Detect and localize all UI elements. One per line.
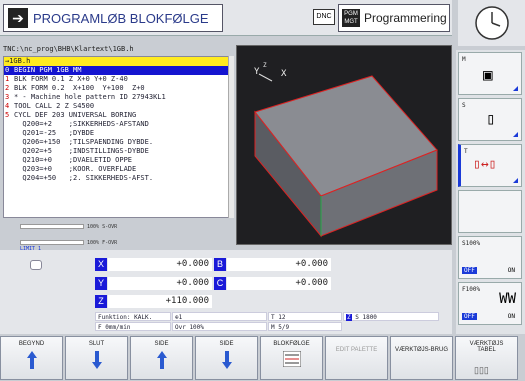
- machine-mode-label: PROGRAMLØB BLOKFØLGE: [33, 10, 209, 26]
- override-value: Ovr 100%: [172, 322, 267, 331]
- axis-label-b: B: [214, 258, 226, 271]
- program-line[interactable]: 5 CYCL DEF 203 UNIVERSAL BORING: [4, 111, 230, 120]
- axis-label-y: Y: [95, 277, 107, 290]
- side-key-m[interactable]: M ▣: [458, 52, 522, 95]
- tool-number: ⊕1: [172, 312, 267, 321]
- softkey-tool-usage[interactable]: VÆRKTØJS-BRUG: [390, 336, 453, 380]
- spindle-override[interactable]: S100% OFF ON: [458, 236, 522, 279]
- status-display: X +0.000 B +0.000 Y +0.000 C +0.000 Z +1…: [0, 250, 452, 334]
- side-key-t[interactable]: T ▯↔▯: [458, 144, 522, 187]
- program-line[interactable]: 4 TOOL CALL 2 Z S4500: [4, 102, 230, 111]
- spindle-icon: ▯: [486, 109, 496, 128]
- s-override: 100% S-OVR: [20, 224, 130, 231]
- programming-mode-label: Programmering: [364, 11, 447, 25]
- softkey-page-up[interactable]: SIDE: [130, 336, 193, 380]
- pgm-mgt-icon: PGM MGT: [342, 9, 360, 27]
- tool-t: T 12: [268, 312, 342, 321]
- tool-table-icon: ▯▯▯: [474, 365, 489, 375]
- scrollbar[interactable]: [228, 56, 234, 218]
- status-refresh-icon[interactable]: [30, 260, 42, 270]
- softkey-edit-palette[interactable]: EDIT PALETTE: [325, 336, 388, 380]
- m-function: M 5/9: [268, 322, 342, 331]
- feed-override[interactable]: F100% WW OFF ON: [458, 282, 522, 325]
- side-key-empty[interactable]: [458, 190, 522, 233]
- program-line[interactable]: Q200=+2 ;SIKKERHEDS-AFSTAND: [4, 120, 230, 129]
- feed-rate: F 0mm/min: [95, 322, 171, 331]
- softkey-page-down[interactable]: SIDE: [195, 336, 258, 380]
- side-key-s[interactable]: S ▯: [458, 98, 522, 141]
- program-line[interactable]: 0 BEGIN PGM 1GB MM: [4, 66, 230, 75]
- dnc-icon: DNC: [313, 9, 335, 25]
- axis-value-z: +110.000: [108, 295, 212, 308]
- feed-icon: WW: [499, 291, 516, 307]
- softkey-end[interactable]: SLUT: [65, 336, 128, 380]
- axis-y-label: Y: [254, 67, 260, 77]
- axis-value-x: +0.000: [108, 258, 212, 271]
- axis-arrow: [258, 73, 273, 82]
- axis-value-y: +0.000: [108, 277, 212, 290]
- program-line[interactable]: 2 BLK FORM 0.2 X+100 Y+100 Z+0: [4, 84, 230, 93]
- axis-z-label: Z: [263, 62, 267, 69]
- program-line[interactable]: Q206=+150 ;TILSPAENDING DYBDE.: [4, 138, 230, 147]
- program-line[interactable]: 3 * - Machine hole pattern ID 27943KL1: [4, 93, 230, 102]
- vertical-softkey-bar: M ▣ S ▯ T ▯↔▯ S100% OFF ON F100% WW OFF ON: [456, 50, 525, 334]
- machine-icon: ▣: [483, 65, 493, 84]
- program-line[interactable]: 1 BLK FORM 0.1 Z X+0 Y+0 Z-40: [4, 75, 230, 84]
- clock-icon: [458, 0, 525, 46]
- tool-change-icon: ▯↔▯: [473, 157, 497, 172]
- axis-label-x: X: [95, 258, 107, 271]
- softkey-tool-table[interactable]: VÆRKTØJS TABEL ▯▯▯: [455, 336, 518, 380]
- file-tab: →1GB.h: [4, 57, 230, 66]
- function-label: Funktion: KALK.: [95, 312, 171, 321]
- machine-mode[interactable]: ➔ PROGRAMLØB BLOKFØLGE: [3, 4, 223, 32]
- axis-label-c: C: [214, 277, 226, 290]
- f-override: 100% F-OVR LIMIT 1: [20, 240, 118, 252]
- program-line[interactable]: Q203=+0 ;KOOR. OVERFLADE: [4, 165, 230, 174]
- program-path: TNC:\nc_prog\BHB\Klartext\1GB.h: [3, 45, 134, 53]
- program-line[interactable]: Q210=+0 ;DVAELETID OPPE: [4, 156, 230, 165]
- axis-value-b: +0.000: [227, 258, 331, 271]
- program-line[interactable]: Q201=-25 ;DYBDE: [4, 129, 230, 138]
- run-mode-icon: ➔: [8, 8, 28, 28]
- spindle-speed: Z S 1800: [343, 312, 439, 321]
- program-line[interactable]: Q202=+5 ;INDSTILLINGS-DYBDE: [4, 147, 230, 156]
- program-editor[interactable]: →1GB.h 0 BEGIN PGM 1GB MM 1 BLK FORM 0.1 Z …: [3, 56, 231, 218]
- program-lines: 0 BEGIN PGM 1GB MM 1 BLK FORM 0.1 Z X+0 Y+0…: [4, 66, 230, 183]
- programming-mode[interactable]: PGM MGT Programmering: [338, 4, 450, 32]
- mode-bar: ➔ PROGRAMLØB BLOKFØLGE DNC PGM MGT Progr…: [0, 0, 452, 36]
- softkey-bar: BEGYND SLUT SIDE SIDE BLOKFØLGE EDIT PAL…: [0, 336, 525, 381]
- program-line[interactable]: Q204=+50 ;2. SIKKERHEDS-AFST.: [4, 174, 230, 183]
- softkey-block-sequence[interactable]: BLOKFØLGE: [260, 336, 323, 380]
- graphics-window: Y X Z: [236, 45, 452, 245]
- axis-value-c: +0.000: [227, 277, 331, 290]
- softkey-begin[interactable]: BEGYND: [0, 336, 63, 380]
- axis-label-z: Z: [95, 295, 107, 308]
- axis-x-label: X: [281, 69, 287, 79]
